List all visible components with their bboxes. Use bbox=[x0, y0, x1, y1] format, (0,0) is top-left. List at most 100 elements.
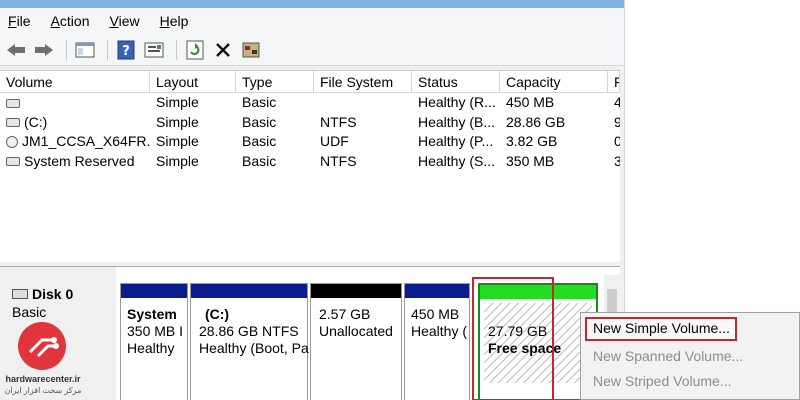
menu-item-new-spanned-volume[interactable]: New Spanned Volume... bbox=[593, 348, 743, 364]
drive-icon bbox=[6, 118, 20, 128]
partition-size: 28.86 GB NTFS bbox=[199, 323, 299, 339]
menu-file-rest: ile bbox=[16, 13, 31, 29]
layout-cell: Simple bbox=[156, 94, 199, 110]
table-row[interactable]: Simple Basic Healthy (R... 450 MB 4 bbox=[0, 93, 620, 113]
toolbar-separator bbox=[66, 39, 67, 60]
partition-system-reserved[interactable]: System 350 MB I Healthy bbox=[120, 283, 188, 400]
logo-subtext: مرکز سخت افزار ایران bbox=[4, 386, 82, 395]
logo-mark bbox=[18, 322, 66, 370]
capacity-cell: 28.86 GB bbox=[506, 113, 566, 130]
type-cell: Basic bbox=[242, 113, 277, 130]
volume-name: JM1_CCSA_X64FR... bbox=[22, 133, 150, 149]
partition-size: 450 MB bbox=[411, 306, 460, 322]
help-icon[interactable]: ? bbox=[114, 38, 138, 62]
volume-name: System Reserved bbox=[24, 152, 135, 169]
column-header-file-system[interactable]: File System bbox=[314, 71, 412, 92]
column-header-type[interactable]: Type bbox=[236, 71, 314, 92]
volume-name-cell: System Reserved bbox=[0, 152, 150, 172]
disk-type: Basic bbox=[12, 304, 47, 320]
properties-icon[interactable] bbox=[142, 38, 166, 62]
menu-action[interactable]: Action bbox=[51, 13, 90, 29]
partition-text: System 350 MB I Healthy bbox=[127, 306, 183, 357]
partition-recovery[interactable]: 450 MB Healthy ( bbox=[404, 283, 470, 400]
volume-list: Volume Layout Type File System Status Ca… bbox=[0, 70, 620, 331]
menu-item-new-striped-volume[interactable]: New Striped Volume... bbox=[593, 373, 732, 389]
file-system-cell: UDF bbox=[320, 133, 349, 149]
toolbar-separator bbox=[107, 39, 108, 60]
volume-name-cell: (C:) bbox=[0, 113, 150, 133]
logo-text: hardwarecenter.ir bbox=[5, 374, 81, 384]
menu-action-key: A bbox=[50, 13, 60, 29]
menu-view-key: V bbox=[109, 13, 119, 29]
disk-graphical-pane: Disk 0 Basic System 350 MB I Healthy (C:… bbox=[0, 266, 620, 400]
partition-text: (C:) 28.86 GB NTFS Healthy (Boot, Pa bbox=[199, 306, 309, 357]
status-cell: Healthy (R... bbox=[418, 94, 496, 110]
partition-size: 2.57 GB bbox=[319, 306, 371, 322]
partition-text: 450 MB Healthy ( bbox=[411, 306, 467, 340]
type-cell: Basic bbox=[242, 152, 277, 169]
capacity-cell: 3.82 GB bbox=[506, 133, 558, 149]
menu-help-rest: elp bbox=[169, 13, 189, 29]
menu-file-key: F bbox=[8, 13, 17, 29]
menu-item-new-simple-volume[interactable]: New Simple Volume... bbox=[593, 320, 730, 336]
volume-name-cell bbox=[0, 93, 150, 113]
disk-name: Disk 0 bbox=[32, 286, 74, 302]
title-bar bbox=[0, 0, 624, 8]
partition-bar bbox=[311, 284, 401, 298]
partition-bar bbox=[121, 284, 187, 298]
free-space-cell: 4 bbox=[608, 93, 620, 113]
menu-view[interactable]: View bbox=[110, 13, 140, 29]
table-row[interactable]: JM1_CCSA_X64FR... Simple Basic UDF Healt… bbox=[0, 132, 620, 152]
partition-bar bbox=[191, 284, 307, 298]
layout-cell: Simple bbox=[156, 152, 199, 169]
status-cell: Healthy (S... bbox=[418, 152, 496, 169]
capacity-cell: 450 MB bbox=[506, 94, 555, 110]
file-system-cell: NTFS bbox=[320, 113, 357, 130]
column-header-free-space[interactable]: F bbox=[608, 71, 620, 92]
menu-help-key: H bbox=[159, 13, 170, 29]
column-header-volume[interactable]: Volume bbox=[0, 71, 150, 92]
refresh-icon[interactable] bbox=[183, 38, 207, 62]
free-space-cell: 0 bbox=[608, 132, 620, 152]
settings-icon[interactable] bbox=[239, 38, 263, 62]
disk-name-row: Disk 0 bbox=[12, 285, 116, 303]
watermark-logo: hardwarecenter.ir مرکز سخت افزار ایران bbox=[4, 322, 82, 400]
type-cell: Basic bbox=[242, 133, 277, 149]
table-row[interactable]: System Reserved Simple Basic NTFS Health… bbox=[0, 152, 620, 172]
status-cell: Healthy (B... bbox=[418, 113, 496, 130]
background-area bbox=[626, 0, 800, 312]
status-cell: Healthy (P... bbox=[418, 133, 494, 149]
column-header-status[interactable]: Status bbox=[412, 71, 500, 92]
screenshot: File Action View Help ? Volume Layout Ty… bbox=[0, 0, 800, 400]
menu-view-rest: iew bbox=[118, 13, 140, 29]
partition-unallocated[interactable]: 2.57 GB Unallocated bbox=[310, 283, 402, 400]
table-row[interactable]: (C:) Simple Basic NTFS Healthy (B... 28.… bbox=[0, 113, 620, 133]
console-tree-icon[interactable] bbox=[73, 38, 97, 62]
drive-icon bbox=[6, 98, 20, 108]
menu-file[interactable]: File bbox=[8, 13, 31, 29]
layout-cell: Simple bbox=[156, 113, 199, 130]
volume-list-header: Volume Layout Type File System Status Ca… bbox=[0, 71, 620, 93]
partition-name: System bbox=[127, 306, 177, 322]
partition-status: Healthy (Boot, Pa bbox=[199, 340, 309, 356]
volume-name: (C:) bbox=[24, 113, 48, 130]
capacity-cell: 350 MB bbox=[506, 152, 555, 169]
column-header-layout[interactable]: Layout bbox=[150, 71, 236, 92]
layout-cell: Simple bbox=[156, 133, 199, 149]
delete-x-icon[interactable] bbox=[211, 38, 235, 62]
volume-name-cell: JM1_CCSA_X64FR... bbox=[0, 132, 150, 152]
back-arrow-icon[interactable] bbox=[4, 38, 28, 62]
menu-bar: File Action View Help bbox=[0, 8, 624, 34]
disk-icon bbox=[12, 289, 28, 299]
toolbar: ? bbox=[0, 34, 624, 66]
highlight-box-free-space bbox=[472, 277, 554, 400]
free-space-cell: 3 bbox=[608, 152, 620, 172]
column-header-capacity[interactable]: Capacity bbox=[500, 71, 608, 92]
menu-help[interactable]: Help bbox=[160, 13, 189, 29]
free-space-cell: 9 bbox=[608, 113, 620, 133]
partition-text: 2.57 GB Unallocated bbox=[319, 306, 393, 340]
partition-c-drive[interactable]: (C:) 28.86 GB NTFS Healthy (Boot, Pa bbox=[190, 283, 309, 400]
forward-arrow-icon[interactable] bbox=[32, 38, 56, 62]
type-cell: Basic bbox=[242, 94, 277, 110]
partition-bar bbox=[405, 284, 469, 298]
